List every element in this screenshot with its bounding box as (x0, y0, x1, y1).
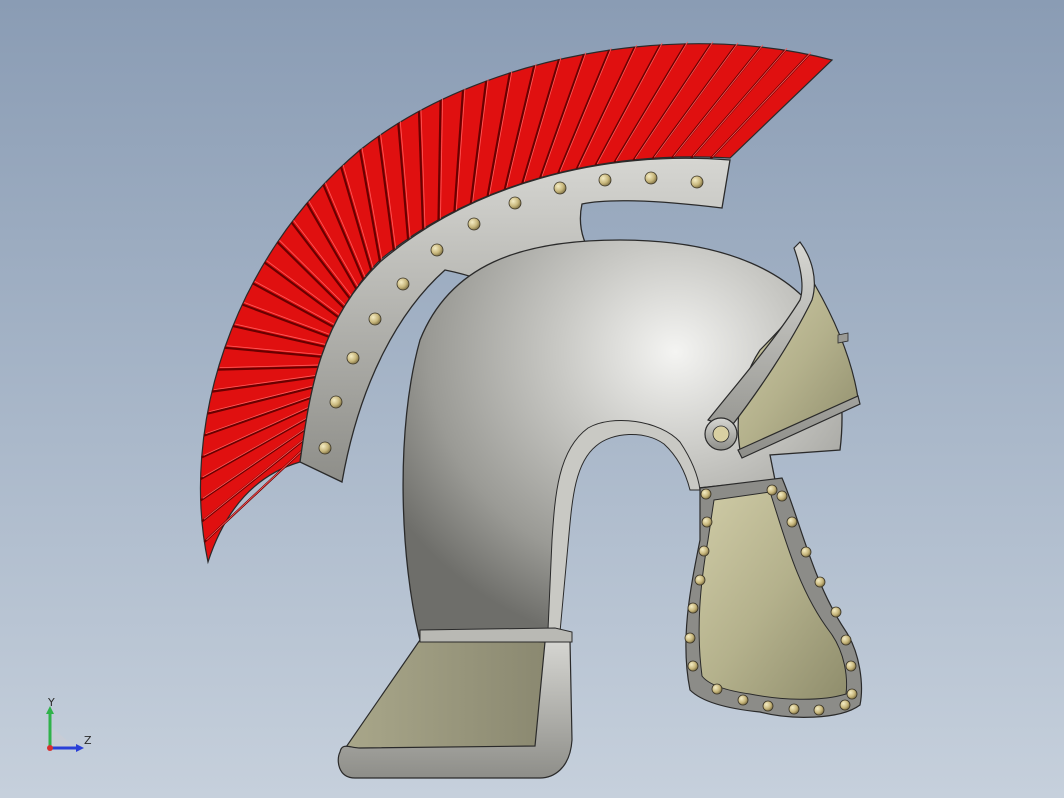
holder-rivet (346, 351, 360, 365)
cheek-rivet (687, 602, 699, 614)
cheek-rivet (701, 516, 713, 528)
cheek-rivet (687, 660, 699, 672)
holder-rivet (396, 277, 410, 291)
cheek-rivet (700, 488, 712, 500)
y-axis-label: Y (48, 696, 55, 709)
cheek-rivet (698, 545, 710, 557)
holder-rivet (430, 243, 444, 257)
z-axis-label: Z (84, 734, 92, 747)
coordinate-triad: Y Z (36, 696, 106, 766)
cheek-rivet (839, 699, 851, 711)
holder-rivet (318, 441, 332, 455)
holder-rivet (644, 171, 658, 185)
dome-lower-band (419, 627, 573, 643)
cheek-rivet (762, 700, 774, 712)
cheek-rivet (813, 704, 825, 716)
cheek-rivet (786, 516, 798, 528)
cheek-rivet (830, 606, 842, 618)
cheek-rivet (684, 632, 696, 644)
graphics-viewport[interactable]: Y Z (0, 0, 1064, 798)
holder-rivet (329, 395, 343, 409)
z-axis-arrow (76, 744, 84, 752)
ear-arch-trim (547, 419, 701, 633)
cheek-rivet (711, 683, 723, 695)
cheek-rivet (788, 703, 800, 715)
cheek-rivet (846, 688, 858, 700)
holder-rivet (508, 196, 522, 210)
holder-rivet (467, 217, 481, 231)
cheek-rivet (814, 576, 826, 588)
cheek-rivet (694, 574, 706, 586)
holder-rivet (368, 312, 382, 326)
holder-rivet (553, 181, 567, 195)
cheek-rivet (766, 484, 778, 496)
triad-plane (50, 726, 76, 748)
cheek-rivet (840, 634, 852, 646)
cheek-rivet (800, 546, 812, 558)
hinge-rivet (712, 425, 730, 443)
neck-guard-plate (342, 639, 549, 751)
helmet-model[interactable] (0, 0, 1064, 798)
cheek-rivet (737, 694, 749, 706)
holder-rivet (690, 175, 704, 189)
cheek-rivet (776, 490, 788, 502)
holder-rivet (598, 173, 612, 187)
x-axis-dot (47, 745, 53, 751)
cheek-rivet (845, 660, 857, 672)
triad-axes (46, 706, 84, 752)
visor-stud (837, 332, 849, 344)
